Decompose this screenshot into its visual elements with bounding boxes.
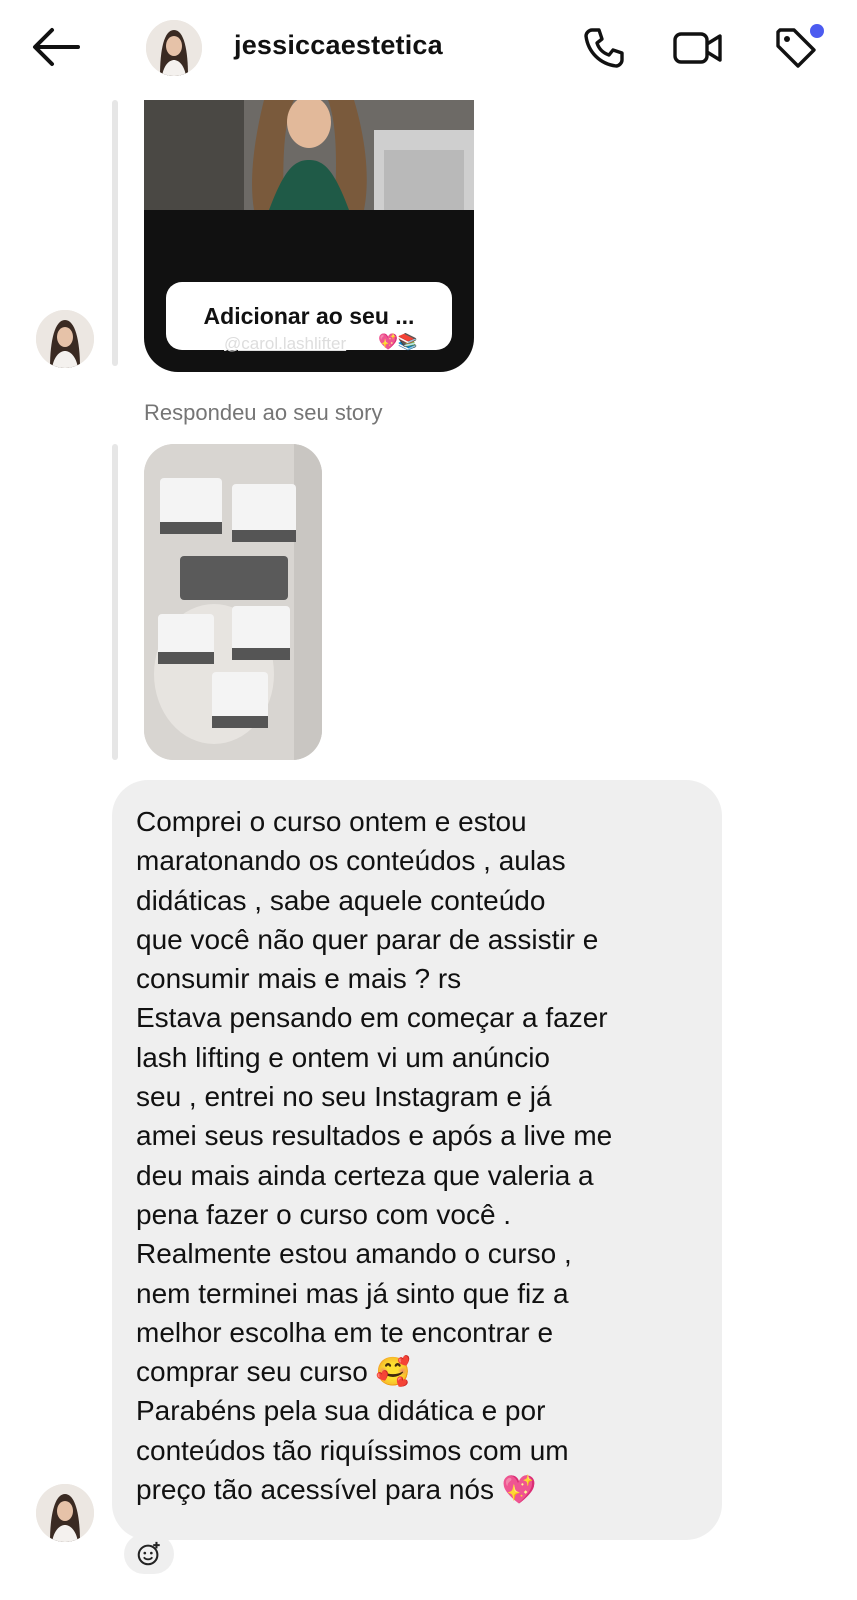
sender-avatar[interactable] [36, 310, 94, 368]
contact-username[interactable]: jessiccaestetica [234, 30, 443, 61]
contact-avatar[interactable] [146, 20, 202, 76]
shared-story-card[interactable]: Adicionar ao seu ... @carol.lashlifter 💖… [144, 100, 474, 372]
chat-header: jessiccaestetica [0, 0, 857, 100]
message-bubble[interactable]: Comprei o curso ontem e estou maratonand… [112, 780, 722, 1540]
sender-avatar[interactable] [36, 1484, 94, 1542]
replied-to-story-label: Respondeu ao seu story [144, 400, 383, 425]
phone-icon[interactable] [578, 22, 630, 74]
reply-indicator-bar [112, 444, 118, 760]
mention-link[interactable]: @carol.lashlifter [224, 334, 346, 354]
add-reaction-button[interactable] [124, 1534, 174, 1574]
notification-dot [810, 24, 824, 38]
message-text: Comprei o curso ontem e estou maratonand… [136, 806, 613, 1506]
story-photo [144, 100, 474, 210]
reply-indicator-bar [112, 100, 118, 366]
mention-emoji: 💖📚 [378, 334, 418, 351]
smiley-plus-icon [137, 1541, 160, 1566]
video-camera-icon[interactable] [672, 22, 724, 74]
back-arrow-icon[interactable] [30, 24, 82, 70]
replied-story-thumbnail[interactable] [144, 444, 322, 760]
